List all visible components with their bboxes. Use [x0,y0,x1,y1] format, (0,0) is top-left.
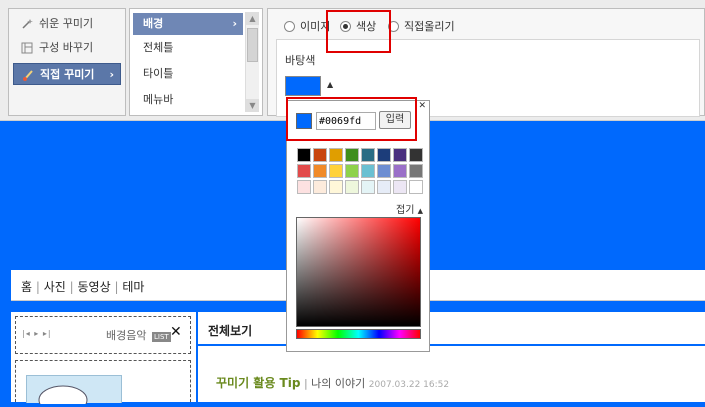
color-swatch[interactable] [393,180,407,194]
color-swatch[interactable] [409,148,423,162]
category-menubar[interactable]: 메뉴바 [133,89,243,111]
category-frame-label: 전체틀 [143,41,174,54]
profile-image [26,375,122,407]
post-date: 2007.03.22 16:52 [368,380,450,390]
color-swatch[interactable] [361,164,375,178]
radio-upload-label: 직접올리기 [404,20,455,33]
caret-up-icon[interactable]: ▲ [327,80,333,89]
radio-dot [284,21,295,32]
scroll-thumb[interactable] [247,28,258,62]
mode-layout-label: 구성 바꾸기 [39,41,94,54]
mode-custom[interactable]: 직접 꾸미기 › [13,63,121,85]
color-swatch[interactable] [329,180,343,194]
highlight-hex-input [286,97,417,141]
mode-easy-label: 쉬운 꾸미기 [39,17,94,30]
caret-up-icon: ▲ [417,207,423,215]
collapse-toggle[interactable]: 접기 ▲ [396,201,423,216]
chevron-right-icon: › [232,17,237,30]
color-swatch[interactable] [377,148,391,162]
brush-icon [23,70,33,81]
highlight-color-radio [326,10,391,53]
category-frame[interactable]: 전체틀 [133,37,243,59]
category-list: 배경 › 전체틀 타이틀 메뉴바 ▲ ▼ [129,8,263,116]
category-menubar-label: 메뉴바 [143,93,174,106]
saturation-brightness-area[interactable] [296,217,421,327]
main-content: 전체보기 꾸미기 활용 Tip | 나의 이야기 2007.03.22 16:5… [198,312,705,402]
category-title[interactable]: 타이틀 [133,63,243,85]
layout-icon [21,42,33,54]
music-label: 배경음악 [106,329,147,342]
post-category[interactable]: 나의 이야기 [311,377,365,390]
nav-separator: | [69,280,78,294]
color-swatch[interactable] [361,148,375,162]
swatch-grid [297,148,425,194]
scroll-up-icon[interactable]: ▲ [246,12,259,25]
color-swatch[interactable] [409,164,423,178]
color-swatch[interactable] [377,180,391,194]
hue-slider[interactable] [296,329,421,339]
category-title-label: 타이틀 [143,67,174,80]
color-swatch[interactable] [313,148,327,162]
chevron-right-icon: › [109,68,114,81]
field-label: 바탕색 [285,54,316,67]
current-color-swatch[interactable] [285,76,321,96]
mode-menu: 쉬운 꾸미기 구성 바꾸기 직접 꾸미기 › [8,8,126,116]
scroll-down-icon[interactable]: ▼ [246,99,259,112]
nav-video[interactable]: 동영상 [78,280,111,294]
color-swatch[interactable] [377,164,391,178]
mode-layout[interactable]: 구성 바꾸기 [13,37,121,59]
page-title: 전체보기 [208,324,253,338]
color-swatch[interactable] [409,180,423,194]
player-controls-icon[interactable]: |◂ ▸ ▸| [22,329,52,338]
color-swatch[interactable] [393,164,407,178]
music-widget: |◂ ▸ ▸| 배경음악 LIST ✕ [15,316,191,354]
color-swatch[interactable] [329,148,343,162]
color-swatch[interactable] [345,148,359,162]
radio-upload[interactable]: 직접올리기 [388,19,455,35]
radio-image[interactable]: 이미지 [284,19,330,35]
close-icon[interactable]: ✕ [170,324,182,340]
nav-separator: | [35,280,44,294]
color-swatch[interactable] [345,164,359,178]
color-swatch[interactable] [297,180,311,194]
magic-wand-icon [22,19,33,29]
color-swatch[interactable] [361,180,375,194]
color-swatch[interactable] [297,164,311,178]
main-header: 전체보기 [198,312,705,346]
category-background[interactable]: 배경 › [133,13,243,35]
color-swatch[interactable] [313,164,327,178]
collapse-label: 접기 [396,205,415,216]
nav-theme[interactable]: 테마 [122,280,144,294]
list-badge[interactable]: LIST [152,332,171,342]
sidebar: |◂ ▸ ▸| 배경음악 LIST ✕ [11,312,196,407]
nav-home[interactable]: 홈 [21,280,32,294]
color-swatch[interactable] [329,164,343,178]
mode-easy[interactable]: 쉬운 꾸미기 [13,13,121,35]
color-swatch[interactable] [313,180,327,194]
post-entry: 꾸미기 활용 Tip | 나의 이야기 2007.03.22 16:52 [216,374,449,391]
speech-bubble-icon [38,385,88,407]
mode-custom-label: 직접 꾸미기 [40,68,95,81]
category-scrollbar[interactable]: ▲ ▼ [245,12,259,112]
post-title[interactable]: 꾸미기 활용 Tip [216,376,300,390]
profile-widget [15,360,191,407]
color-swatch[interactable] [393,148,407,162]
color-swatch[interactable] [345,180,359,194]
category-background-label: 배경 [143,17,164,30]
color-swatch[interactable] [297,148,311,162]
nav-photo[interactable]: 사진 [44,280,66,294]
close-icon[interactable]: ✕ [418,101,426,111]
